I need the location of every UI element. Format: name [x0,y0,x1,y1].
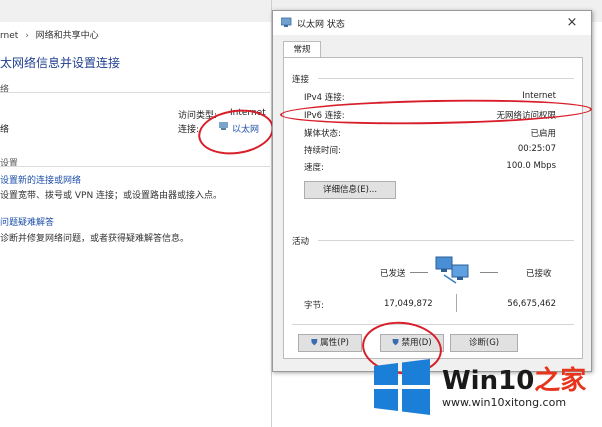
duration-value: 00:25:07 [517,144,556,154]
new-connection-description: 设置宽带、拨号或 VPN 连接；或设置路由器或接入点。 [0,191,223,201]
received-line [480,272,498,273]
breadcrumb-item[interactable]: 网络和共享中心 [36,31,99,41]
sent-line [410,272,428,273]
details-button[interactable]: 详细信息(E)... [304,181,396,199]
divider [0,166,270,167]
connections-label: 连接: [178,125,200,135]
ipv4-label: IPv4 连接: [304,93,345,103]
divider [0,92,270,93]
divider [318,78,574,79]
received-label: 已接收 [526,269,552,279]
shield-icon: ⛊ [311,338,318,348]
watermark-url: www.win10xitong.com [442,396,567,409]
diagnose-label: 诊断(G) [468,338,500,348]
page-title: 太网络信息并设置连接 [0,56,121,70]
dialog-title: 以太网 状态 [297,20,345,30]
breadcrumb[interactable]: rnet › 网络和共享中心 [0,28,270,46]
network-activity-icon [434,253,474,287]
bytes-sent: 17,049,872 [384,299,433,309]
section-label: 络 [0,85,10,95]
windows-logo-icon [372,358,432,416]
section-label: 设置 [0,159,19,169]
troubleshoot-link[interactable]: 问题疑难解答 [0,215,54,228]
titlebar[interactable]: 以太网 状态 × [273,11,591,35]
bytes-divider [456,294,457,312]
duration-label: 持续时间: [304,146,341,156]
troubleshoot-description: 诊断并修复网络问题，或者获得疑难解答信息。 [0,234,190,244]
watermark-brand-suffix: 之家 [534,366,587,396]
breadcrumb-separator: › [25,31,29,41]
bytes-label: 字节: [304,301,324,311]
section-connection: 连接 [292,75,310,85]
tab-general[interactable]: 常规 [283,41,321,58]
ethernet-status-dialog: 以太网 状态 × 常规 连接 IPv4 连接: Internet IPv6 连接… [272,10,592,372]
network-icon [280,17,293,28]
properties-button[interactable]: ⛊ 属性(P) [298,334,362,352]
close-button[interactable]: × [563,14,581,32]
media-state-value: 已启用 [530,129,556,139]
diagnose-button[interactable]: 诊断(G) [450,334,518,352]
breadcrumb-item[interactable]: rnet [0,31,18,41]
divider [318,240,574,241]
ipv4-value: Internet [522,91,556,101]
divider [292,324,574,325]
section-activity: 活动 [292,237,310,247]
watermark-brand: Win10 [442,366,535,396]
watermark: Win10之家 www.win10xitong.com [370,354,595,420]
speed-label: 速度: [304,163,324,173]
properties-label: 属性(P) [320,338,349,348]
network-name: 络 [0,125,10,135]
new-connection-link[interactable]: 设置新的连接或网络 [0,173,81,186]
speed-value: 100.0 Mbps [506,161,556,171]
sent-label: 已发送 [380,269,406,279]
media-state-label: 媒体状态: [304,129,341,139]
bytes-received: 56,675,462 [507,299,556,309]
